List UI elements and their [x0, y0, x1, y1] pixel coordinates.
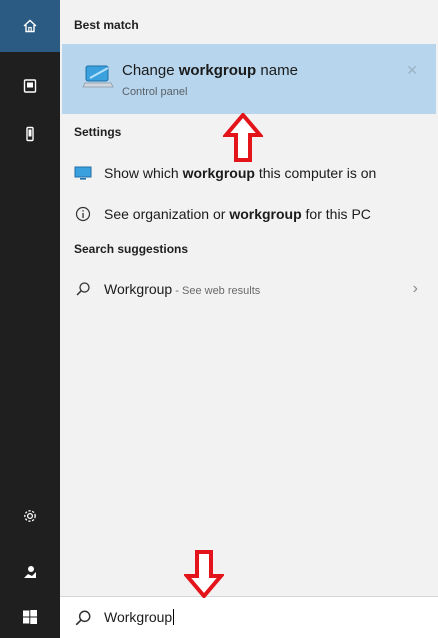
home-icon: [23, 19, 37, 33]
documents-button[interactable]: [0, 62, 60, 110]
phone-icon: [26, 126, 34, 142]
start-button[interactable]: [0, 596, 60, 638]
chevron-right-icon[interactable]: ›: [413, 280, 418, 298]
left-rail: [0, 0, 60, 638]
feedback-icon: [24, 566, 36, 578]
home-button[interactable]: [0, 0, 60, 52]
text-caret: [173, 609, 175, 625]
best-match-item[interactable]: Change workgroup name Control panel ✕: [62, 44, 436, 114]
windows-logo-icon: [23, 610, 37, 624]
start-search-window: Best match Change workgroup name Control…: [0, 0, 438, 638]
search-input[interactable]: Workgroup: [104, 609, 175, 625]
search-icon: [74, 280, 92, 298]
suggestion-label: Workgroup - See web results: [104, 281, 261, 297]
best-match-subtitle: Control panel: [122, 86, 188, 98]
best-match-title: Change workgroup name: [122, 62, 298, 79]
info-icon: [74, 205, 92, 223]
settings-item-label: See organization or workgroup for this P…: [104, 206, 371, 222]
search-icon: [75, 610, 91, 626]
search-results-panel: Best match Change workgroup name Control…: [60, 0, 438, 638]
section-title-settings: Settings: [74, 125, 122, 139]
device-button[interactable]: [0, 110, 60, 158]
feedback-button[interactable]: [0, 548, 60, 596]
documents-icon: [23, 79, 37, 93]
monitor-icon: [74, 164, 92, 182]
section-title-search-suggestions: Search suggestions: [74, 242, 189, 256]
search-box[interactable]: Workgroup: [60, 596, 438, 638]
section-title-best-match: Best match: [74, 18, 139, 32]
control-panel-icon: [82, 65, 114, 88]
settings-item-label: Show which workgroup this computer is on: [104, 165, 377, 181]
settings-item-see-organization[interactable]: See organization or workgroup for this P…: [60, 199, 438, 229]
settings-button[interactable]: [0, 492, 60, 540]
gear-icon: [24, 510, 36, 522]
red-arrow-up-icon: [223, 113, 263, 162]
red-arrow-down-icon: [184, 550, 224, 598]
close-icon[interactable]: ✕: [406, 62, 418, 79]
suggestion-item-workgroup[interactable]: Workgroup - See web results ›: [60, 274, 438, 304]
